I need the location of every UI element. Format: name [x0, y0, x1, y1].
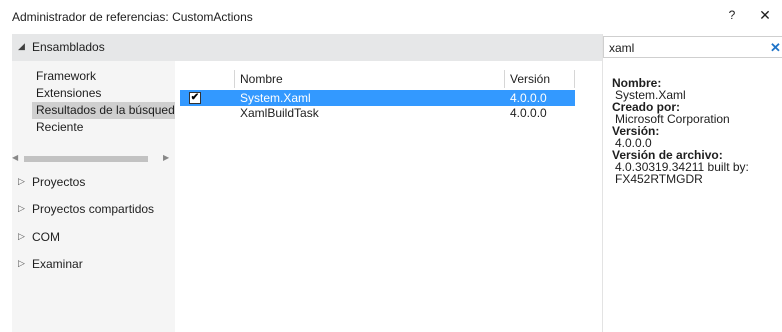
list-toolbar — [175, 34, 602, 61]
nav-group-label: Ensamblados — [32, 40, 105, 54]
assembly-version: 4.0.0.0 — [510, 106, 547, 120]
nav-item-framework[interactable]: Framework — [36, 68, 96, 85]
nav-group-label: COM — [32, 230, 60, 244]
details-panel: xaml ✕ Nombre: System.Xaml Creado por: M… — [602, 34, 782, 332]
row-checkbox[interactable]: ✔ — [189, 92, 201, 104]
assembly-name: System.Xaml — [240, 91, 311, 105]
assembly-name: XamlBuildTask — [240, 106, 319, 120]
nav-item-search-results[interactable]: Resultados de la búsqueda — [32, 102, 175, 119]
left-nav-panel: ◢ Ensamblados Framework Extensiones Resu… — [12, 34, 175, 332]
search-input[interactable]: xaml ✕ — [603, 36, 782, 58]
expand-triangle-icon: ▷ — [18, 258, 25, 268]
table-row[interactable]: XamlBuildTask 4.0.0.0 — [180, 105, 575, 121]
nav-group-label: Proyectos compartidos — [32, 202, 155, 216]
nav-horizontal-scrollbar[interactable]: ◀ ▶ — [12, 153, 175, 165]
close-button[interactable]: ✕ — [756, 7, 774, 25]
expand-triangle-icon: ▷ — [18, 176, 25, 186]
scroll-right-icon[interactable]: ▶ — [163, 153, 169, 162]
window-title: Administrador de referencias: CustomActi… — [12, 10, 253, 24]
nav-group-label: Proyectos — [32, 175, 86, 189]
scroll-left-icon[interactable]: ◀ — [12, 153, 18, 162]
nav-group-assemblies[interactable]: ◢ Ensamblados — [12, 34, 175, 61]
collapse-triangle-icon: ◢ — [18, 41, 25, 51]
expand-triangle-icon: ▷ — [18, 231, 25, 241]
title-bar: Administrador de referencias: CustomActi… — [0, 0, 782, 34]
column-header-name[interactable]: Nombre — [235, 70, 505, 88]
column-header-check[interactable] — [180, 70, 235, 88]
expand-triangle-icon: ▷ — [18, 203, 25, 213]
scrollbar-thumb[interactable] — [24, 156, 148, 162]
help-button[interactable]: ? — [724, 8, 740, 26]
details-file-version-value: 4.0.30319.34211 built by: FX452RTMGDR — [615, 160, 749, 186]
assembly-version: 4.0.0.0 — [510, 91, 547, 105]
search-value: xaml — [609, 41, 635, 55]
nav-group-label: Examinar — [32, 257, 83, 271]
nav-item-recent[interactable]: Reciente — [36, 119, 83, 136]
column-header-version[interactable]: Versión — [505, 70, 575, 88]
clear-search-icon[interactable]: ✕ — [770, 40, 781, 56]
assembly-details: Nombre: System.Xaml Creado por: Microsof… — [612, 77, 780, 185]
nav-item-extensions[interactable]: Extensiones — [36, 85, 101, 102]
table-row[interactable]: ✔ System.Xaml 4.0.0.0 — [180, 90, 575, 106]
assembly-list-panel: Nombre Versión ✔ System.Xaml 4.0.0.0 Xam… — [175, 34, 602, 332]
reference-manager-window: Administrador de referencias: CustomActi… — [0, 0, 782, 332]
